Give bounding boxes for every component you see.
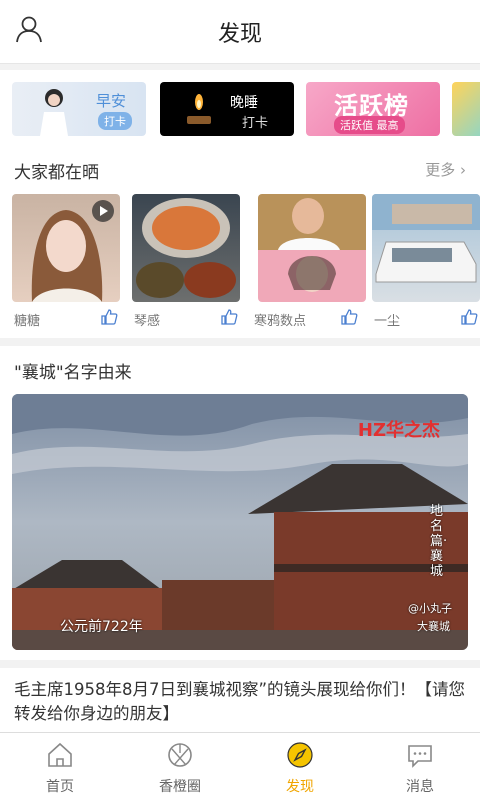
post-title[interactable]: "襄城"名字由来	[14, 358, 132, 383]
car-photo	[372, 194, 480, 283]
food-photo	[136, 198, 236, 298]
shared-card-food[interactable]	[132, 194, 240, 302]
partial-banner[interactable]	[452, 82, 480, 136]
aperture-icon	[168, 743, 192, 767]
play-icon[interactable]	[92, 200, 114, 222]
chevron-right-icon: ›	[460, 161, 466, 179]
morning-checkin-banner[interactable]: 早安 打卡	[12, 82, 146, 136]
tab-discover[interactable]: 发现	[240, 733, 360, 800]
tab-label: 香橙圈	[159, 779, 201, 795]
page-title: 发现	[217, 22, 262, 47]
vertical-subtitle: 地名篇·襄城	[430, 504, 448, 579]
section-title: 大家都在晒	[14, 163, 99, 183]
article-text: 毛主席1958年8月7日到襄城视察”的镜头展现给你们！【请您转发给你身边的朋友】	[14, 680, 466, 723]
place-watermark: 大襄城	[417, 620, 450, 633]
thumbs-up-icon[interactable]	[460, 308, 478, 326]
activity-ranking-banner[interactable]: 活跃榜 活跃值 最高	[306, 82, 440, 136]
shared-card-car[interactable]	[372, 194, 480, 302]
shared-card-video-people[interactable]	[258, 194, 366, 302]
video-caption: 公元前722年	[60, 619, 143, 635]
user-name[interactable]: 糖糖	[14, 310, 40, 329]
thumbs-up-icon[interactable]	[340, 308, 358, 326]
author-watermark: @小丸子	[408, 602, 452, 615]
people-photo	[278, 198, 340, 292]
user-name[interactable]: 琴感	[134, 310, 160, 329]
banner-title: 晚睡	[230, 95, 258, 111]
tab-label: 首页	[46, 779, 74, 795]
tab-label: 发现	[286, 779, 314, 795]
more-link[interactable]: 更多 ›	[425, 159, 466, 180]
tab-home[interactable]: 首页	[0, 733, 120, 800]
banner-title: 早安	[96, 92, 127, 110]
checkin-banner-row: 早安 打卡 晚睡 打卡 活跃榜 活跃值 最高	[0, 70, 480, 148]
tab-label: 消息	[406, 779, 434, 795]
video-post: "襄城"名字由来 HZ华之杰 地名篇·襄城 @小丸子 大襄城 公元前722年	[0, 346, 480, 660]
night-checkin-banner[interactable]: 晚睡 打卡	[160, 82, 294, 136]
home-icon	[48, 742, 72, 767]
girl-photo	[40, 89, 68, 136]
shared-card-video[interactable]	[12, 194, 120, 302]
shared-section: 大家都在晒 更多 › 糖糖 琴感 寒鸦数点 一尘	[0, 148, 480, 338]
tab-messages[interactable]: 消息	[360, 733, 480, 800]
user-name[interactable]: 寒鸦数点	[254, 310, 306, 329]
candle-icon	[187, 94, 211, 124]
article-post[interactable]: 毛主席1958年8月7日到襄城视察”的镜头展现给你们！【请您转发给你身边的朋友】	[0, 668, 480, 732]
top-bar: 发现	[0, 0, 480, 64]
channel-logo: HZ华之杰	[357, 420, 440, 441]
banner-tag: 打卡	[242, 116, 269, 131]
banner-tag: 打卡	[98, 112, 132, 130]
banner-tag: 活跃值 最高	[334, 116, 405, 134]
thumbs-up-icon[interactable]	[100, 308, 118, 326]
video-thumbnail[interactable]: HZ华之杰 地名篇·襄城 @小丸子 大襄城 公元前722年	[12, 394, 468, 650]
compass-icon	[287, 742, 313, 768]
chat-bubble-icon	[408, 745, 432, 768]
bottom-tab-bar: 首页 香橙圈 发现 消息	[0, 732, 480, 800]
tab-orange-circle[interactable]: 香橙圈	[120, 733, 240, 800]
thumbs-up-icon[interactable]	[220, 308, 238, 326]
user-name[interactable]: 一尘	[374, 310, 400, 329]
more-label: 更多	[425, 161, 456, 179]
